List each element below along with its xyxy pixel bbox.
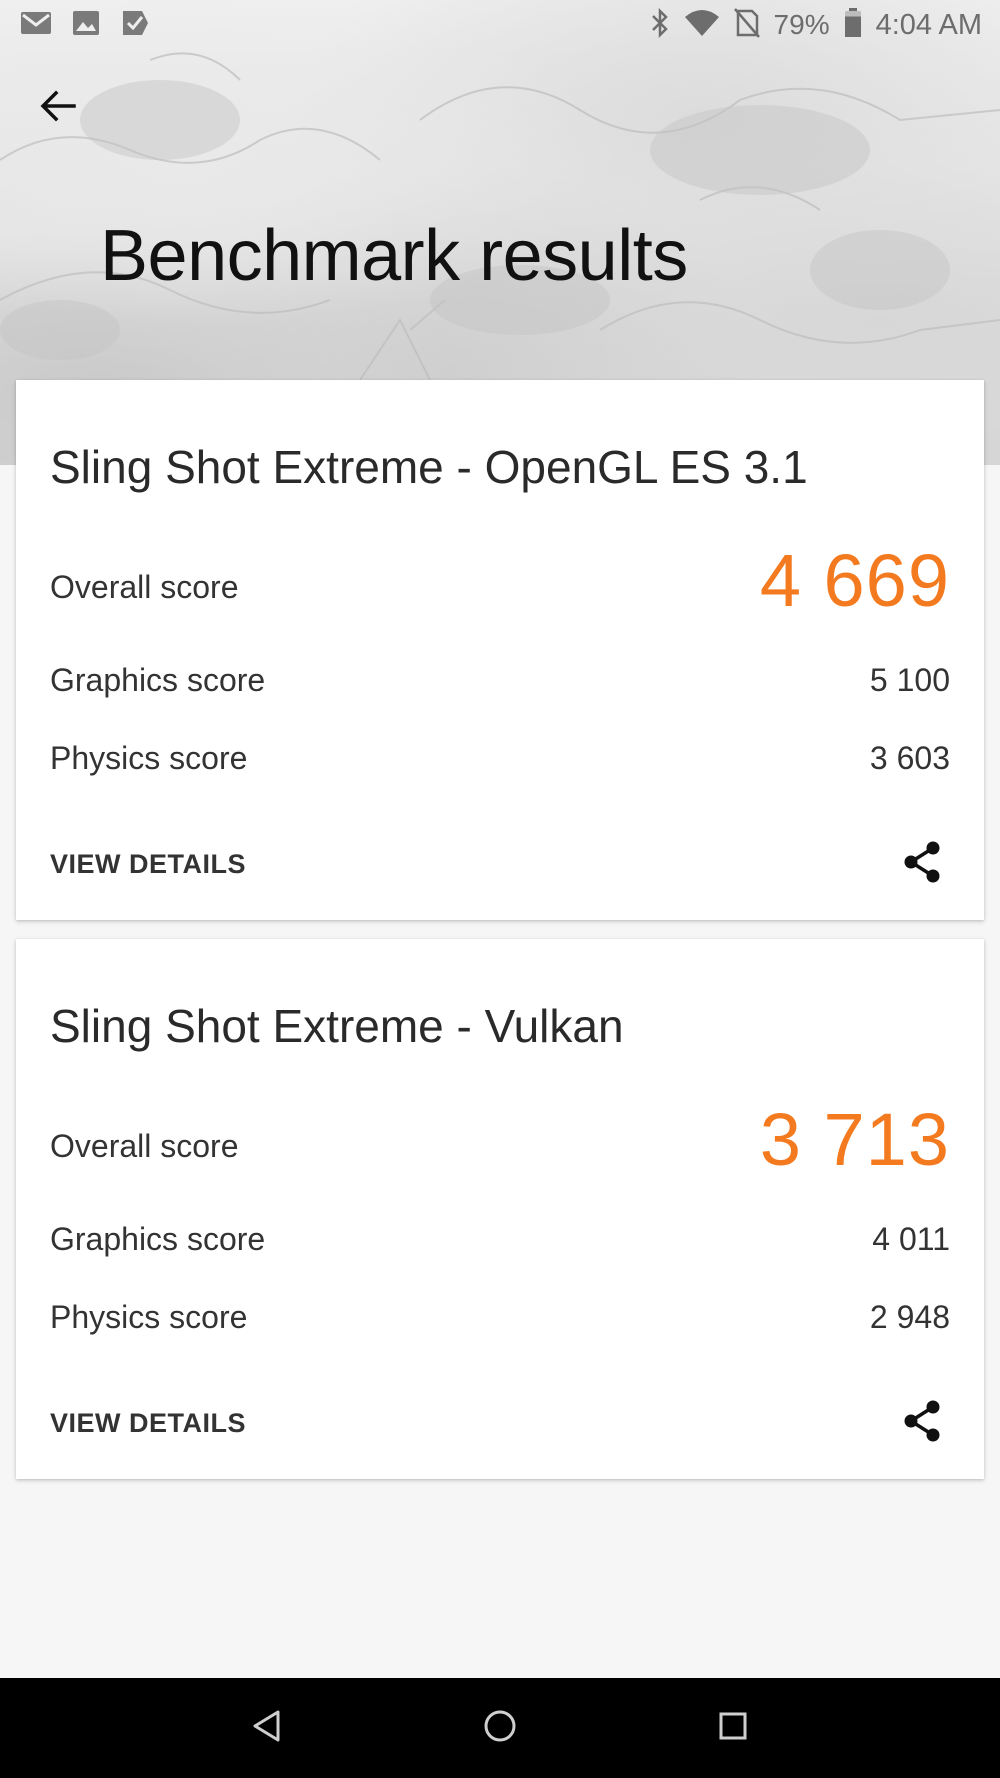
graphics-score-label: Graphics score bbox=[50, 1221, 266, 1257]
overall-score-value: 3 713 bbox=[759, 1098, 950, 1181]
arrow-back-icon bbox=[40, 90, 76, 127]
battery-icon bbox=[844, 7, 862, 43]
graphics-score-value: 4 011 bbox=[872, 1221, 950, 1257]
status-bar: 79% 4:04 AM bbox=[0, 0, 1000, 50]
bluetooth-icon bbox=[650, 7, 670, 43]
clock: 4:04 AM bbox=[875, 8, 982, 41]
physics-score-label: Physics score bbox=[50, 740, 248, 776]
view-details-button[interactable]: VIEW DETAILS bbox=[50, 1408, 246, 1439]
notification-icons bbox=[20, 9, 150, 42]
physics-score-label: Physics score bbox=[50, 1299, 248, 1335]
overall-score-label: Overall score bbox=[50, 569, 239, 605]
graphics-score-row: Graphics score 5 100 bbox=[50, 662, 950, 699]
card-title: Sling Shot Extreme - Vulkan bbox=[50, 1000, 624, 1052]
card-title: Sling Shot Extreme - OpenGL ES 3.1 bbox=[50, 441, 808, 493]
overall-score-row: Overall score 4 669 bbox=[50, 538, 950, 623]
share-icon bbox=[901, 840, 943, 889]
system-navigation-bar bbox=[0, 1678, 1000, 1778]
battery-percent: 79% bbox=[773, 9, 830, 40]
overall-score-row: Overall score 3 713 bbox=[50, 1097, 950, 1182]
no-sim-icon bbox=[733, 7, 760, 43]
back-button[interactable] bbox=[36, 86, 80, 130]
physics-score-value: 3 603 bbox=[869, 740, 950, 776]
wifi-icon bbox=[684, 9, 720, 42]
nav-recents-icon bbox=[717, 1710, 749, 1747]
nav-back-button[interactable] bbox=[237, 1698, 297, 1758]
page-title: Benchmark results bbox=[100, 216, 688, 296]
result-card-vulkan: Sling Shot Extreme - Vulkan Overall scor… bbox=[16, 939, 984, 1479]
overall-score-label: Overall score bbox=[50, 1128, 239, 1164]
nav-back-icon bbox=[250, 1709, 284, 1748]
nav-home-button[interactable] bbox=[470, 1698, 530, 1758]
share-button[interactable] bbox=[898, 840, 946, 888]
physics-score-value: 2 948 bbox=[869, 1299, 950, 1335]
graphics-score-label: Graphics score bbox=[50, 662, 266, 698]
graphics-score-value: 5 100 bbox=[869, 662, 950, 698]
nav-recents-button[interactable] bbox=[703, 1698, 763, 1758]
image-icon bbox=[72, 10, 100, 41]
nav-home-icon bbox=[482, 1708, 518, 1749]
card-footer: VIEW DETAILS bbox=[50, 1399, 950, 1447]
share-icon bbox=[901, 1399, 943, 1448]
view-details-button[interactable]: VIEW DETAILS bbox=[50, 849, 246, 880]
card-footer: VIEW DETAILS bbox=[50, 840, 950, 888]
physics-score-row: Physics score 2 948 bbox=[50, 1299, 950, 1336]
system-status-icons: 79% 4:04 AM bbox=[650, 7, 982, 43]
share-button[interactable] bbox=[898, 1399, 946, 1447]
result-card-opengl: Sling Shot Extreme - OpenGL ES 3.1 Overa… bbox=[16, 380, 984, 920]
check-mark-notification-icon bbox=[120, 9, 150, 42]
graphics-score-row: Graphics score 4 011 bbox=[50, 1221, 950, 1258]
gmail-icon bbox=[20, 10, 52, 41]
benchmark-results-screen: 79% 4:04 AM Benchmark results Sling Shot… bbox=[0, 0, 1000, 1778]
overall-score-value: 4 669 bbox=[759, 539, 950, 622]
physics-score-row: Physics score 3 603 bbox=[50, 740, 950, 777]
